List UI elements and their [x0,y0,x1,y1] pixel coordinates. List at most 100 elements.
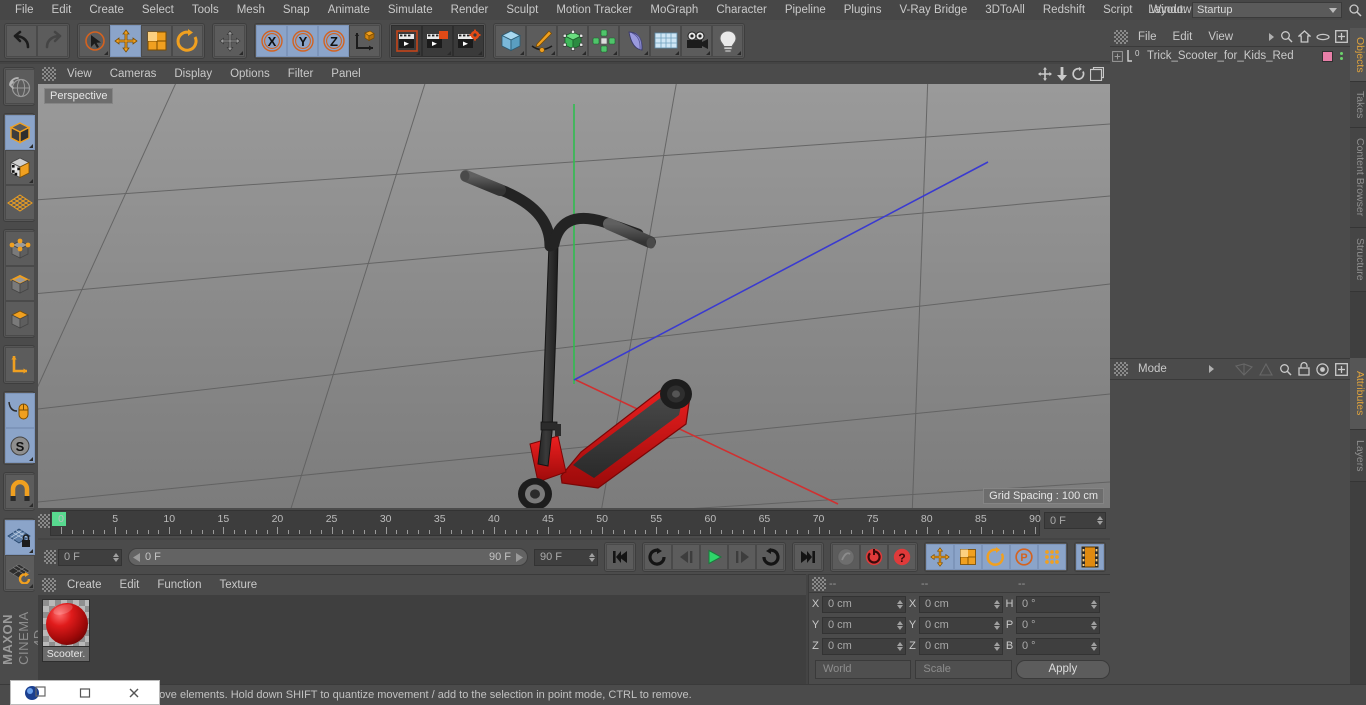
menu-item-tools[interactable]: Tools [183,0,228,20]
add-mograph-button[interactable] [588,24,619,57]
play-button[interactable] [700,544,728,570]
menu-item-snap[interactable]: Snap [274,0,319,20]
stepper-icon[interactable] [1091,599,1097,609]
undo-view-button[interactable] [5,69,35,104]
viewport-menu-panel[interactable]: Panel [322,64,369,84]
timeline-ruler[interactable]: 0 5 10 15 20 25 30 35 40 45 50 55 60 65 70 75 80 85 90 [50,510,1041,536]
object-menu-file[interactable]: File [1130,28,1165,46]
workplane-lock-button[interactable] [5,520,35,555]
attribute-manager-body[interactable] [1110,379,1350,684]
tab-layers[interactable]: Layers [1350,430,1366,482]
render-region-button[interactable] [422,24,453,57]
search-icon[interactable] [1348,3,1362,17]
menu-item-motion-tracker[interactable]: Motion Tracker [547,0,641,20]
menu-item-animate[interactable]: Animate [319,0,379,20]
add-generator-button[interactable] [557,24,588,57]
add-scene-button[interactable] [650,24,681,57]
menu-item-mograph[interactable]: MoGraph [641,0,707,20]
ellipse-icon[interactable] [1316,32,1330,42]
step-back-button[interactable] [672,544,700,570]
go-to-end-button[interactable] [794,544,822,570]
maximize-view-icon[interactable] [1090,67,1104,81]
panel-grip-icon[interactable] [42,578,56,592]
panel-grip-icon[interactable] [812,576,826,591]
home-icon[interactable] [1298,30,1311,43]
dolly-icon[interactable] [1056,67,1068,81]
viewport-menu-cameras[interactable]: Cameras [101,64,166,84]
material-manager-body[interactable]: Scooter. [38,595,806,684]
tab-content-browser[interactable]: Content Browser [1350,128,1366,228]
layout-dropdown[interactable]: Startup [1192,2,1342,18]
search-icon[interactable] [1279,363,1292,376]
menu-item-script[interactable]: Script [1094,0,1141,20]
key-rotation-button[interactable] [982,544,1010,570]
menu-item-file[interactable]: File [6,0,43,20]
key-scale-button[interactable] [954,544,982,570]
material-menu-texture[interactable]: Texture [210,575,266,595]
visibility-dots-icon[interactable] [1336,52,1346,60]
stepper-icon[interactable] [1091,620,1097,630]
size-z-input[interactable]: 0 cm [919,637,1003,655]
range-left-arrow-icon[interactable] [133,552,141,562]
menu-item-mesh[interactable]: Mesh [228,0,274,20]
next-key-button[interactable] [756,544,784,570]
position-z-input[interactable]: 0 cm [822,637,906,655]
menu-item-3dtoall[interactable]: 3DToAll [976,0,1034,20]
live-selection-button[interactable] [79,24,110,57]
render-settings-button[interactable] [453,24,484,57]
redo-button[interactable] [37,24,68,57]
add-spline-button[interactable] [526,24,557,57]
viewport-3d-canvas[interactable]: Y Z X Perspective Grid Spacing : 100 cm [38,84,1110,508]
menu-item-vray-bridge[interactable]: V-Ray Bridge [890,0,976,20]
material-menu-edit[interactable]: Edit [111,575,149,595]
z-axis-lock-button[interactable]: Z [318,24,349,57]
uv-mode-button[interactable] [5,185,35,220]
rotation-p-input[interactable]: 0 ° [1016,616,1100,634]
undo-button[interactable] [6,24,37,57]
viewport-menu-view[interactable]: View [58,64,101,84]
add-deformer-button[interactable] [619,24,650,57]
stepper-icon[interactable] [589,552,595,562]
material-menu-function[interactable]: Function [148,575,210,595]
material-preview-swatch[interactable] [42,599,90,647]
move-tool-button[interactable] [110,24,141,57]
expand-toggle-icon[interactable] [1112,50,1123,62]
key-param-button[interactable]: P [1010,544,1038,570]
menu-item-select[interactable]: Select [133,0,183,20]
panel-grip-icon[interactable] [1114,30,1128,44]
object-manager-body[interactable]: 0 Trick_Scooter_for_Kids_Red [1110,46,1350,358]
keyframe-selection-button[interactable]: ? [888,544,916,570]
stepper-icon[interactable] [897,620,903,630]
coordinate-system-dropdown[interactable]: World [815,659,912,679]
rotation-b-input[interactable]: 0 ° [1016,637,1100,655]
add-light-button[interactable] [712,24,743,57]
move-secondary-button[interactable] [214,24,245,57]
object-name[interactable]: Trick_Scooter_for_Kids_Red [1147,50,1294,62]
previous-key-button[interactable] [644,544,672,570]
texture-mode-button[interactable] [5,150,35,185]
preview-range-slider[interactable]: 0 F 90 F [128,548,528,566]
material-item[interactable]: Scooter. [42,599,90,662]
menu-item-simulate[interactable]: Simulate [379,0,442,20]
polygons-mode-button[interactable] [5,301,35,336]
material-tag-icon[interactable] [1322,50,1333,62]
attribute-menu-mode[interactable]: Mode [1130,359,1175,379]
stepper-icon[interactable] [994,641,1000,651]
menu-item-pipeline[interactable]: Pipeline [776,0,835,20]
add-camera-button[interactable] [681,24,712,57]
render-view-button[interactable] [391,24,422,57]
minimize-icon[interactable] [60,686,109,700]
object-menu-edit[interactable]: Edit [1165,28,1201,46]
material-name[interactable]: Scooter. [42,647,90,662]
tab-attributes[interactable]: Attributes [1350,358,1366,430]
tab-objects[interactable]: Objects [1350,28,1366,82]
material-menu-create[interactable]: Create [58,575,111,595]
key-pla-button[interactable] [1038,544,1066,570]
workplane-magnet-button[interactable] [5,474,35,509]
object-menu-view[interactable]: View [1200,28,1241,46]
object-tree-row[interactable]: 0 Trick_Scooter_for_Kids_Red [1110,47,1350,65]
rotate-tool-button[interactable] [172,24,203,57]
target-icon[interactable] [1316,362,1329,376]
x-axis-lock-button[interactable]: X [256,24,287,57]
lock-icon[interactable] [1298,362,1310,376]
